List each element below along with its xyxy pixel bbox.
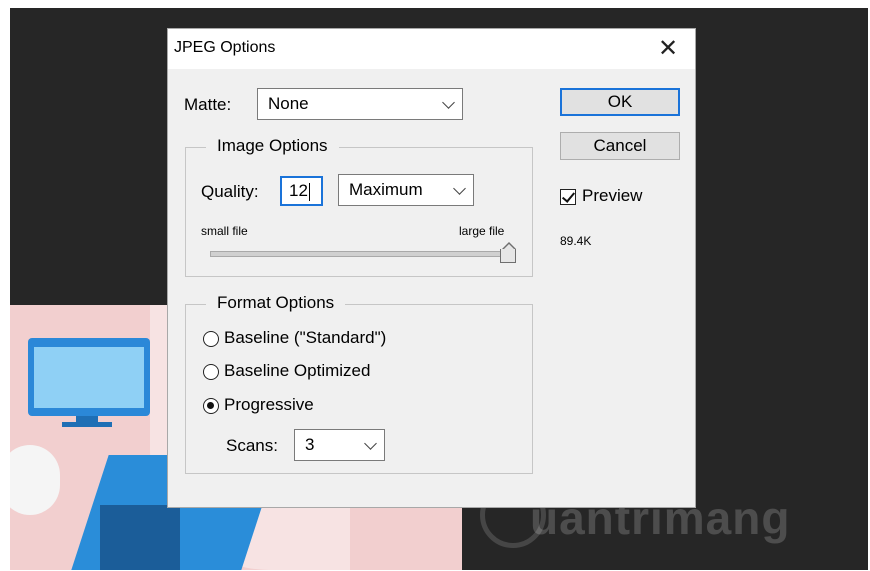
close-icon[interactable]: ✕ (655, 35, 681, 63)
quality-slider-track[interactable] (210, 251, 516, 257)
matte-label: Matte: (184, 95, 232, 114)
monitor-illustration (28, 338, 150, 416)
quality-input[interactable]: 12 (280, 176, 323, 206)
scans-select[interactable]: 3 (294, 429, 385, 461)
monitor-base (62, 422, 112, 427)
text-caret (308, 182, 310, 201)
dialog-title: JPEG Options (174, 39, 276, 56)
chevron-down-icon (442, 96, 455, 109)
checkmark-icon (561, 189, 576, 203)
radio-button-icon (203, 331, 219, 347)
cancel-button[interactable]: Cancel (560, 132, 680, 160)
quality-label: Quality: (201, 182, 259, 201)
image-options-legend: Image Options (206, 136, 339, 156)
radio-label: Baseline ("Standard") (224, 328, 387, 347)
slider-thumb-tip-fill (503, 244, 515, 250)
users-illustration (10, 445, 60, 515)
chevron-down-icon (453, 182, 466, 195)
dialog-titlebar: JPEG Options ✕ (168, 29, 695, 69)
radio-button-icon (203, 364, 219, 380)
file-size-readout: 89.4K (560, 234, 592, 248)
monitor-screen (34, 347, 144, 408)
format-options-group: Format Options Baseline ("Standard") Bas… (185, 293, 533, 474)
scans-select-value: 3 (305, 435, 315, 454)
chevron-down-icon (364, 437, 377, 450)
matte-select[interactable]: None (257, 88, 463, 120)
slider-min-label: small file (201, 224, 248, 238)
preview-checkbox[interactable] (560, 189, 576, 205)
radio-label: Progressive (224, 395, 314, 414)
quality-preset-select[interactable]: Maximum (338, 174, 474, 206)
radio-button-icon (203, 398, 219, 414)
slider-max-label: large file (459, 224, 505, 238)
quality-input-value: 12 (289, 181, 308, 200)
preview-label[interactable]: Preview (582, 186, 642, 206)
radio-label: Baseline Optimized (224, 361, 371, 380)
jpeg-options-dialog: JPEG Options ✕ Matte: None Image Options… (167, 28, 696, 508)
format-options-legend: Format Options (206, 293, 346, 313)
ok-button[interactable]: OK (560, 88, 680, 116)
quality-preset-value: Maximum (349, 180, 423, 199)
matte-select-value: None (268, 94, 309, 113)
quality-slider-thumb[interactable] (500, 242, 516, 263)
image-options-group: Image Options Quality: 12 Maximum small … (185, 136, 533, 277)
scans-label: Scans: (226, 436, 278, 455)
box-side-illustration (100, 505, 180, 570)
radio-selected-dot (207, 402, 214, 409)
